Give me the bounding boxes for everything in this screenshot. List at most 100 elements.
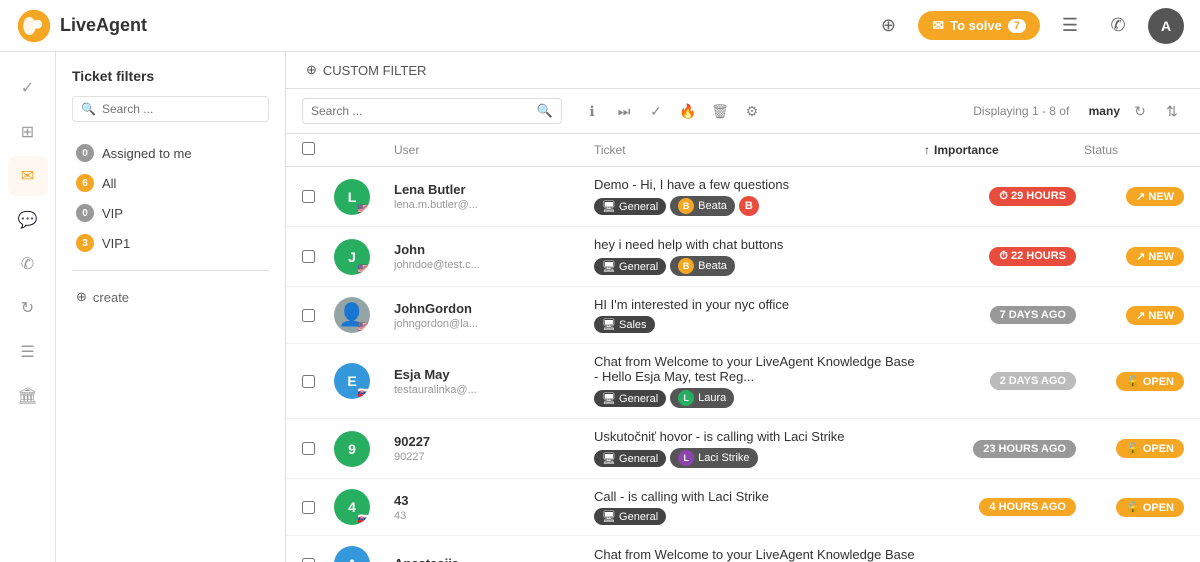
- avatar-cell: A🇺🇦: [334, 546, 394, 562]
- table-row[interactable]: L🇺🇸 Lena Butler lena.m.butler@... Demo -…: [286, 167, 1200, 227]
- fire-icon-button[interactable]: 🔥: [674, 97, 702, 125]
- table-row[interactable]: 4🇸🇰 43 43 Call - is calling with Laci St…: [286, 479, 1200, 536]
- importance-badge: ⏱ 29 HOURS: [989, 187, 1076, 206]
- resolve-icon-button[interactable]: ✓: [642, 97, 670, 125]
- status-cell: ↗ NEW: [1084, 247, 1184, 266]
- importance-cell: 4 HOURS AGO: [924, 498, 1084, 516]
- tag-sales: 🖥 Sales: [594, 316, 655, 333]
- tickets-toolbar: 🔍 ℹ ⏭ ✓ 🔥 🗑 ⚙ Displaying 1 - 8 of many ↻…: [286, 89, 1200, 134]
- displaying-label: Displaying 1 - 8 of: [973, 104, 1069, 118]
- user-cell: 43 43: [394, 493, 594, 522]
- user-avatar-button[interactable]: A: [1148, 8, 1184, 44]
- refresh-button[interactable]: ↻: [1128, 99, 1152, 123]
- tickets-table: User Ticket ↑Importance Status L🇺🇸 Lena …: [286, 134, 1200, 562]
- sidebar-item-refresh[interactable]: ↻: [8, 288, 48, 328]
- importance-cell: 7 DAYS AGO: [924, 306, 1084, 324]
- toolbar-icons: ℹ ⏭ ✓ 🔥 🗑 ⚙: [578, 97, 766, 125]
- filter-badge-assigned: 0: [76, 144, 94, 162]
- user-name: JohnGordon: [394, 301, 594, 316]
- table-row[interactable]: E🇸🇰 Esja May testauralinka@... Chat from…: [286, 344, 1200, 419]
- top-nav: LiveAgent ⊕ ✉ To solve 7 ☰ ✆ A: [0, 0, 1200, 52]
- sidebar-item-building[interactable]: 🏛: [8, 376, 48, 416]
- row-checkbox[interactable]: [302, 501, 315, 514]
- avatar: 9: [334, 431, 370, 467]
- filter-badge-all: 6: [76, 174, 94, 192]
- row-checkbox[interactable]: [302, 250, 315, 263]
- status-badge: 🔓 OPEN: [1116, 498, 1184, 517]
- ticket-tags: 🖥 Sales: [594, 316, 916, 333]
- user-email: testauralinka@...: [394, 384, 594, 396]
- plus-icon: ⊕: [76, 289, 87, 305]
- main-layout: ✓ ⊞ ✉ 💬 ✆ ↻ ☰ 🏛 Ticket filters 🔍 0 Assig…: [0, 52, 1200, 562]
- filter-all[interactable]: 6 All: [72, 168, 269, 198]
- row-checkbox[interactable]: [302, 375, 315, 388]
- tag-general: 🖥 General: [594, 390, 666, 407]
- add-button[interactable]: ⊕: [870, 8, 906, 44]
- table-row[interactable]: 👤🇺🇸 JohnGordon johngordon@la... HI I'm i…: [286, 287, 1200, 344]
- filter-search-box[interactable]: 🔍: [72, 96, 269, 122]
- sidebar-item-email[interactable]: ✉: [8, 156, 48, 196]
- filter-label-assigned: Assigned to me: [102, 146, 192, 161]
- tag-agent-beata: BBeata: [670, 256, 735, 276]
- chat-nav-button[interactable]: ☰: [1052, 8, 1088, 44]
- custom-filter-label: CUSTOM FILTER: [323, 63, 427, 78]
- avatar: L🇺🇸: [334, 179, 370, 215]
- sidebar-item-phone[interactable]: ✆: [8, 244, 48, 284]
- table-row[interactable]: 9 90227 90227 Uskutočniť hovor - is call…: [286, 419, 1200, 479]
- filter-assigned-to-me[interactable]: 0 Assigned to me: [72, 138, 269, 168]
- filter-label-vip: VIP: [102, 206, 123, 221]
- ticket-subject: Uskutočniť hovor - is calling with Laci …: [594, 429, 916, 444]
- ticket-cell: Call - is calling with Laci Strike 🖥 Gen…: [594, 489, 924, 525]
- select-all-checkbox[interactable]: [302, 142, 315, 155]
- tag-agent-laura: LLaura: [670, 388, 734, 408]
- table-row[interactable]: J🇺🇸 John johndoe@test.c... hey i need he…: [286, 227, 1200, 287]
- search-magnifier-icon: 🔍: [537, 103, 553, 119]
- status-cell: 🔓 OPEN: [1084, 498, 1184, 517]
- avatar: A🇺🇦: [334, 546, 370, 562]
- agent-icon: B: [678, 258, 694, 274]
- tag-b-initial: B: [739, 196, 759, 216]
- forward-icon-button[interactable]: ⏭: [610, 97, 638, 125]
- tickets-search-input[interactable]: [311, 104, 531, 118]
- filter-vip[interactable]: 0 VIP: [72, 198, 269, 228]
- sidebar-item-chat[interactable]: 💬: [8, 200, 48, 240]
- to-solve-count: 7: [1008, 19, 1026, 33]
- custom-filter-button[interactable]: ⊕ CUSTOM FILTER: [306, 62, 426, 78]
- col-header-user: User: [394, 143, 594, 157]
- filter-vip1[interactable]: 3 VIP1: [72, 228, 269, 258]
- plus-circle-icon: ⊕: [306, 62, 317, 78]
- ticket-subject: Chat from Welcome to your LiveAgent Know…: [594, 547, 916, 562]
- avatar-cell: 👤🇺🇸: [334, 297, 394, 333]
- tools-icon-button[interactable]: ⚙: [738, 97, 766, 125]
- table-row[interactable]: A🇺🇦 Anastasiia Chat from Welcome to your…: [286, 536, 1200, 562]
- agent-icon: B: [678, 198, 694, 214]
- row-checkbox[interactable]: [302, 558, 315, 562]
- ticket-cell: Demo - Hi, I have a few questions 🖥 Gene…: [594, 177, 924, 216]
- status-badge: 🔓 OPEN: [1116, 372, 1184, 391]
- create-filter-button[interactable]: ⊕ create: [72, 283, 269, 311]
- phone-nav-button[interactable]: ✆: [1100, 8, 1136, 44]
- agent-icon: L: [678, 450, 694, 466]
- avatar: 👤🇺🇸: [334, 297, 370, 333]
- row-checkbox[interactable]: [302, 442, 315, 455]
- create-label: create: [93, 290, 129, 305]
- filter-search-input[interactable]: [102, 102, 260, 116]
- to-solve-button[interactable]: ✉ To solve 7: [918, 11, 1040, 40]
- importance-cell: ⏱ 29 HOURS: [924, 187, 1084, 206]
- tickets-search-box[interactable]: 🔍: [302, 98, 562, 124]
- row-checkbox[interactable]: [302, 190, 315, 203]
- row-checkbox-cell: [302, 442, 334, 455]
- importance-badge: 23 HOURS AGO: [973, 440, 1076, 458]
- sidebar-item-check[interactable]: ✓: [8, 68, 48, 108]
- filter-divider: [72, 270, 269, 271]
- row-checkbox[interactable]: [302, 309, 315, 322]
- sidebar-item-list[interactable]: ☰: [8, 332, 48, 372]
- avatar-cell: 9: [334, 431, 394, 467]
- avatar-initial: A: [1161, 18, 1171, 34]
- info-icon-button[interactable]: ℹ: [578, 97, 606, 125]
- delete-icon-button[interactable]: 🗑: [706, 97, 734, 125]
- sidebar-item-grid[interactable]: ⊞: [8, 112, 48, 152]
- columns-settings-button[interactable]: ⇅: [1160, 99, 1184, 123]
- ticket-tags: 🖥 General: [594, 508, 916, 525]
- avatar: J🇺🇸: [334, 239, 370, 275]
